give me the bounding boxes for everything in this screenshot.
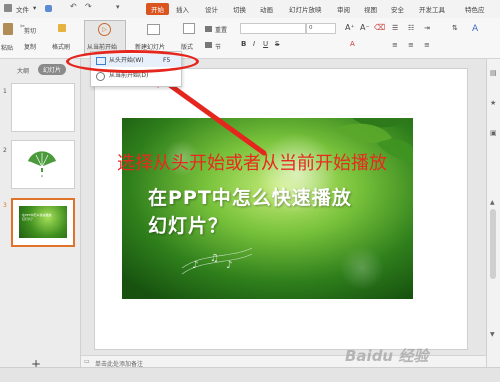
indent-icon[interactable]: ⇥ <box>424 24 430 32</box>
ribbon: 粘贴 剪切 ✂ 复制 格式刷 ▷ 从当前开始 新建幻灯片 版式 重置 节 0 A… <box>0 18 500 59</box>
status-bar <box>0 367 500 382</box>
chevron-down-icon[interactable]: ▾ <box>33 4 36 12</box>
layout-button[interactable]: 版式 <box>181 42 193 51</box>
red-highlight-ellipse <box>66 50 199 73</box>
tab-transitions[interactable]: 切换 <box>233 4 246 14</box>
reset-button[interactable]: 重置 <box>215 25 227 34</box>
tab-slideshow[interactable]: 幻灯片放映 <box>289 4 322 14</box>
slide-number: 3 <box>3 202 7 209</box>
tab-insert[interactable]: 插入 <box>176 4 189 14</box>
thumbnail-title: 在PPT中怎么快速播放幻灯片？ <box>22 213 52 221</box>
format-painter-button[interactable]: 格式刷 <box>52 42 70 51</box>
text-direction-icon[interactable]: ⇅ <box>452 24 458 32</box>
properties-icon[interactable]: ▤ <box>490 69 497 77</box>
cut-button[interactable]: 剪切 <box>24 26 36 35</box>
numbered-list-icon[interactable]: ☷ <box>408 24 414 32</box>
thumbnail-photo: 在PPT中怎么快速播放幻灯片？ <box>19 206 67 238</box>
tab-special[interactable]: 特色应 <box>465 4 485 14</box>
slide-number: 2 <box>3 147 7 154</box>
slide-title-line-2[interactable]: 幻灯片？ <box>148 211 228 238</box>
tab-design[interactable]: 设计 <box>205 4 218 14</box>
scroll-down-icon[interactable]: ▼ <box>490 331 495 338</box>
align-left-icon[interactable]: ≡ <box>392 41 398 49</box>
new-slide-icon <box>147 24 160 35</box>
undo-icon[interactable]: ↶ <box>70 2 79 11</box>
reset-icon <box>205 26 212 32</box>
slide-title-line-1[interactable]: 在PPT中怎么快速播放 <box>148 183 352 210</box>
font-family-field[interactable] <box>240 23 306 34</box>
strikethrough-icon[interactable]: S <box>275 40 279 48</box>
quick-access-chevron-icon[interactable]: ▾ <box>116 3 125 12</box>
tab-outline[interactable]: 大纲 <box>17 66 29 75</box>
italic-icon[interactable]: I <box>253 40 255 48</box>
save-icon[interactable] <box>45 5 52 12</box>
tab-home[interactable]: 开始 <box>146 3 169 15</box>
underline-icon[interactable]: U <box>263 40 268 48</box>
file-menu[interactable]: 文件 <box>16 4 29 14</box>
paste-button[interactable]: 粘贴 <box>0 20 18 56</box>
menu-bar: 文件 ▾ ↶ ↷ ▾ 开始 插入 设计 切换 动画 幻灯片放映 审阅 视图 安全… <box>0 0 500 19</box>
redo-icon[interactable]: ↷ <box>85 2 94 11</box>
paste-label: 粘贴 <box>1 45 14 52</box>
tab-slides[interactable]: 幻灯片 <box>38 64 67 75</box>
layout-icon <box>183 23 195 34</box>
shrink-font-icon[interactable]: A⁻ <box>360 23 370 32</box>
baidu-watermark: Baidu 经验 <box>345 347 429 365</box>
clipboard-icon <box>3 23 13 35</box>
scissors-icon: ✂ <box>20 23 26 30</box>
grow-font-icon[interactable]: A⁺ <box>345 23 355 32</box>
play-circle-icon <box>96 72 105 81</box>
play-icon: ▷ <box>98 23 111 36</box>
copy-button[interactable]: 复制 <box>24 42 36 51</box>
slide-number: 1 <box>3 88 7 95</box>
notes-icon: ▭ <box>84 358 90 365</box>
tab-developer[interactable]: 开发工具 <box>419 4 445 14</box>
slide-thumbnail-1[interactable] <box>11 83 75 132</box>
slide-thumbnail-3[interactable]: 在PPT中怎么快速播放幻灯片？ <box>11 198 75 247</box>
tab-view[interactable]: 视图 <box>364 4 377 14</box>
tab-animations[interactable]: 动画 <box>260 4 273 14</box>
animation-pane-icon[interactable]: ★ <box>490 99 496 107</box>
bullet-list-icon[interactable]: ☰ <box>392 24 398 32</box>
font-color-icon[interactable]: A <box>350 40 355 48</box>
play-from-current-button[interactable]: ▷ 从当前开始 <box>84 20 126 54</box>
tab-review[interactable]: 审阅 <box>337 4 350 14</box>
section-icon <box>205 42 212 48</box>
brush-icon <box>58 24 66 32</box>
scroll-up-icon[interactable]: ▲ <box>490 199 495 206</box>
app-menu-icon[interactable] <box>4 4 12 12</box>
clear-format-icon[interactable]: ⌫ <box>374 23 385 32</box>
design-pane-icon[interactable]: ▣ <box>490 129 497 137</box>
right-toolbar: ▤ ★ ▣ ▲ ▼ <box>486 59 500 367</box>
tab-security[interactable]: 安全 <box>391 4 404 14</box>
text-box-icon[interactable]: A <box>472 24 478 34</box>
font-size-field[interactable]: 0 <box>306 23 336 34</box>
align-center-icon[interactable]: ≡ <box>408 41 414 49</box>
section-button[interactable]: 节 <box>215 42 221 51</box>
vertical-scrollbar-thumb[interactable] <box>490 209 496 279</box>
align-right-icon[interactable]: ≡ <box>424 41 430 49</box>
slide-thumbnail-2[interactable] <box>11 140 75 189</box>
bold-icon[interactable]: B <box>241 40 246 48</box>
svg-text:♪: ♪ <box>226 260 232 271</box>
new-slide-button[interactable]: 新建幻灯片 <box>132 20 174 54</box>
fan-graphic <box>28 151 56 177</box>
slide-panel: 大纲 幻灯片 1 2 3 在PPT中怎么快速播放幻灯片？ + <box>0 59 81 371</box>
